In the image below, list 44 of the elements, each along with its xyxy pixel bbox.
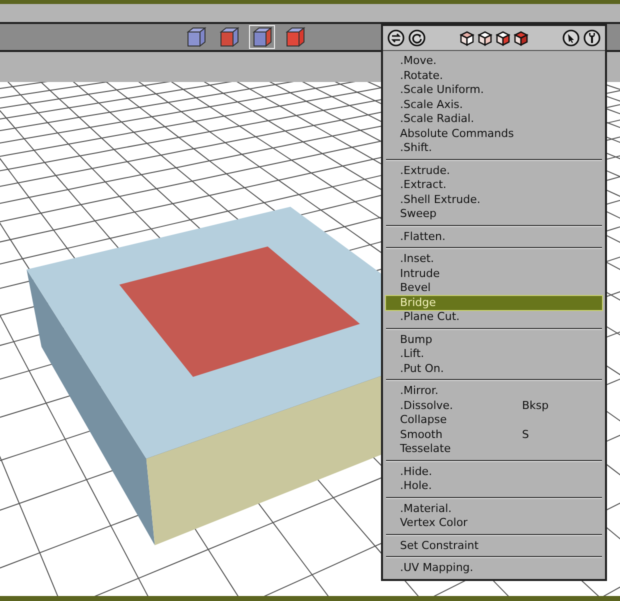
- cube-icon: [185, 26, 207, 48]
- menu-item[interactable]: .Lift.: [386, 347, 602, 362]
- menu-item[interactable]: Bevel: [386, 281, 602, 296]
- menu-item[interactable]: Sweep: [386, 207, 602, 222]
- menu-item[interactable]: .Hole.: [386, 479, 602, 494]
- menu-item[interactable]: .Mirror.: [386, 384, 602, 398]
- wrench-icon[interactable]: [583, 29, 601, 47]
- menu-item[interactable]: .Extrude.: [386, 164, 602, 178]
- cursor-icon[interactable]: [562, 29, 580, 47]
- menu-item[interactable]: Smooth S: [386, 428, 602, 442]
- cube-icon[interactable]: [459, 30, 475, 46]
- rotate-icon[interactable]: [408, 29, 426, 47]
- menu-item[interactable]: .Put On.: [386, 362, 602, 376]
- menu-item[interactable]: .Plane Cut.: [386, 310, 602, 324]
- menu-item[interactable]: .Extract.: [386, 178, 602, 192]
- menu-item[interactable]: Vertex Color: [386, 516, 602, 530]
- menu-item[interactable]: .Flatten.: [386, 230, 602, 244]
- menu-item[interactable]: .Material.: [386, 502, 602, 516]
- menu-item[interactable]: .UV Mapping.: [386, 561, 602, 576]
- menu-item[interactable]: .Move.: [386, 54, 602, 68]
- menu-item[interactable]: .Rotate.: [386, 68, 602, 83]
- menu-item[interactable]: Set Constraint: [386, 538, 602, 553]
- menu-item[interactable]: .Scale Uniform.: [386, 83, 602, 98]
- menu-item[interactable]: Bridge: [386, 296, 602, 310]
- swap-icon[interactable]: [387, 29, 405, 47]
- menu-item[interactable]: Absolute Commands: [386, 126, 602, 141]
- menu-item[interactable]: .Scale Radial.: [386, 112, 602, 126]
- menu-item[interactable]: .Inset.: [386, 252, 602, 266]
- cube-icon: [251, 26, 273, 48]
- menu-item[interactable]: Intrude: [386, 266, 602, 281]
- menu-item[interactable]: .Shift.: [386, 141, 602, 156]
- menu-item[interactable]: Tesselate: [386, 442, 602, 456]
- menu-item[interactable]: Collapse: [386, 413, 602, 428]
- selection-mode-button[interactable]: [249, 25, 275, 49]
- menu-item[interactable]: .Hide.: [386, 464, 602, 479]
- menu-item[interactable]: .Dissolve. Bksp: [386, 398, 602, 413]
- cube-icon: [284, 26, 306, 48]
- cube-icon[interactable]: [513, 30, 529, 46]
- menu-item[interactable]: .Scale Axis.: [386, 98, 602, 112]
- menu-item[interactable]: Bump: [386, 332, 602, 347]
- menu-item[interactable]: .Shell Extrude.: [386, 192, 602, 207]
- cube-icon: [218, 26, 240, 48]
- cube-icon[interactable]: [477, 30, 493, 46]
- cube-icon[interactable]: [495, 30, 511, 46]
